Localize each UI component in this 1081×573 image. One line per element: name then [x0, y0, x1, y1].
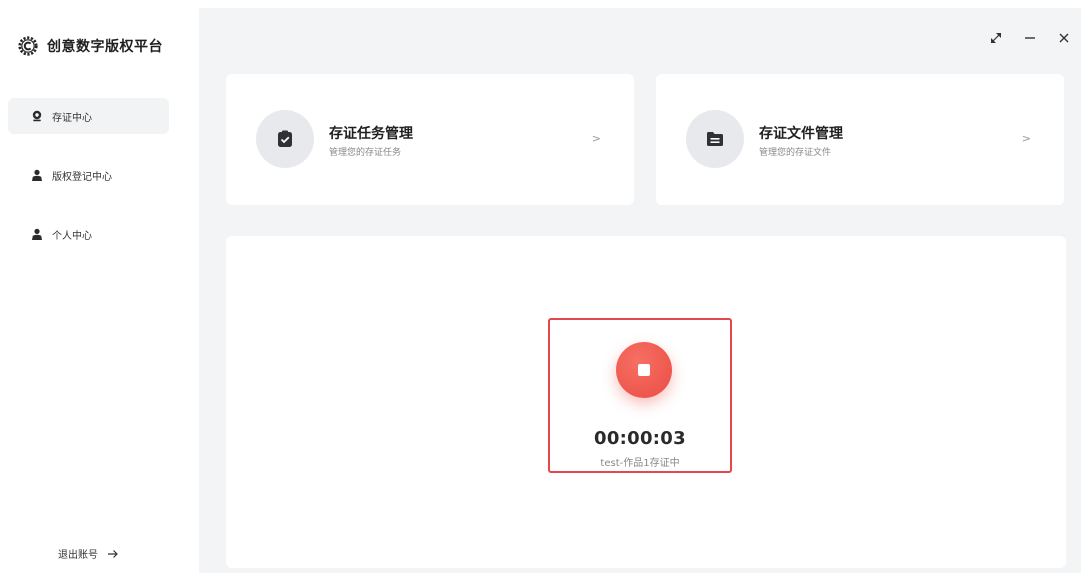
recording-panel: 00:00:03 test-作品1存证中	[226, 236, 1066, 568]
restore-button[interactable]	[979, 28, 1013, 48]
stop-icon	[638, 364, 650, 376]
main-content: 存证任务管理 管理您的存证任务 > 存证文件管理 管理您的存证文件 > 00:0…	[199, 8, 1081, 573]
stop-recording-button[interactable]	[616, 342, 672, 398]
sidebar-item-evidence-center[interactable]: 存证中心	[8, 98, 169, 134]
brand: 创意数字版权平台	[18, 35, 163, 57]
close-icon	[1059, 33, 1069, 43]
file-card-title: 存证文件管理	[759, 126, 843, 142]
sidebar-item-label: 存证中心	[52, 112, 92, 124]
arrow-right-icon	[108, 549, 118, 558]
task-card-title: 存证任务管理	[329, 126, 413, 142]
sidebar-nav: 存证中心 版权登记中心 个人中心	[8, 98, 169, 275]
sidebar-item-label: 个人中心	[52, 230, 92, 242]
logout-button[interactable]: 退出账号	[58, 546, 119, 561]
card-icon-wrap	[256, 110, 314, 168]
task-card-subtitle: 管理您的存证任务	[329, 148, 402, 158]
sidebar: 创意数字版权平台 存证中心 版权登记中心 个人中心 退出账号	[0, 0, 199, 573]
chevron-right-icon: >	[1021, 132, 1031, 145]
file-card-subtitle: 管理您的存证文件	[759, 148, 832, 158]
sidebar-item-personal-center[interactable]: 个人中心	[8, 216, 169, 252]
gear-c-logo-icon	[18, 36, 38, 56]
chevron-right-icon: >	[591, 132, 601, 145]
badge-icon	[32, 110, 42, 122]
minimize-icon	[1025, 37, 1035, 39]
recording-status: test-作品1存证中	[600, 458, 680, 469]
brand-title: 创意数字版权平台	[47, 39, 163, 55]
user-icon	[32, 228, 42, 240]
user-icon	[32, 169, 42, 181]
restore-icon	[991, 33, 1001, 43]
folder-icon	[707, 132, 723, 146]
logout-label: 退出账号	[58, 550, 98, 561]
clipboard-check-icon	[278, 130, 292, 147]
sidebar-item-label: 版权登记中心	[52, 171, 112, 183]
recording-widget: 00:00:03 test-作品1存证中	[548, 318, 732, 473]
card-icon-wrap	[686, 110, 744, 168]
recording-timer: 00:00:03	[594, 428, 686, 449]
evidence-task-card[interactable]: 存证任务管理 管理您的存证任务 >	[226, 74, 634, 205]
evidence-file-card[interactable]: 存证文件管理 管理您的存证文件 >	[656, 74, 1064, 205]
close-button[interactable]	[1047, 28, 1081, 48]
minimize-button[interactable]	[1013, 28, 1047, 48]
sidebar-item-copyright-registration[interactable]: 版权登记中心	[8, 157, 169, 193]
window-controls	[979, 28, 1081, 48]
